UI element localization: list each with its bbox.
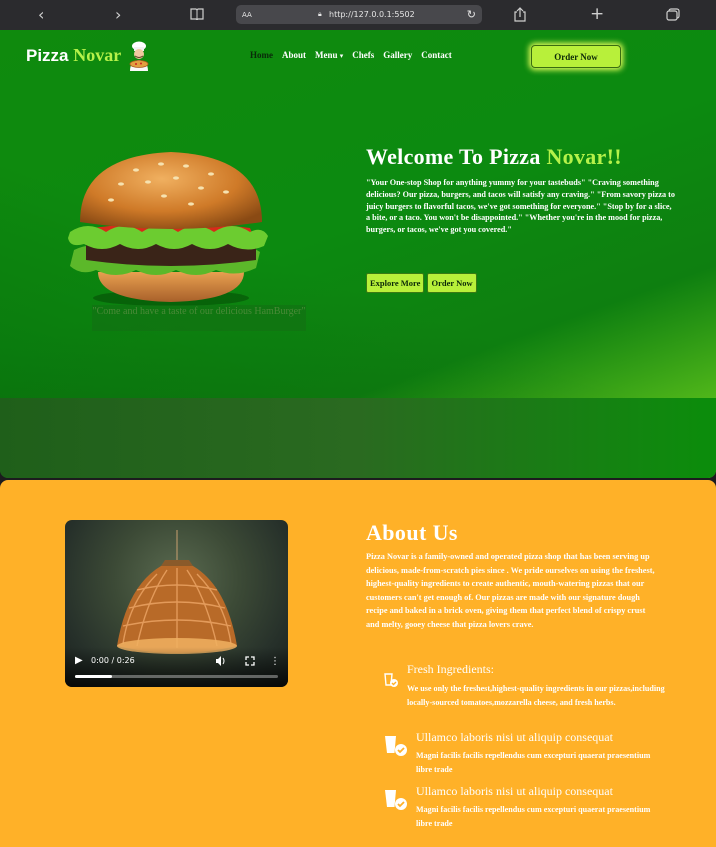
about-paragraph: Pizza Novar is a family-owned and operat… <box>366 552 655 629</box>
about-section: ▶ 0:00 / 0:26 ⋮ About Us Pizza Novar is … <box>0 480 716 847</box>
forward-icon[interactable]: › <box>115 5 121 24</box>
text-size-button[interactable]: AA <box>242 11 252 19</box>
about-title: About Us <box>366 520 458 545</box>
new-tab-icon[interactable]: + <box>590 4 604 24</box>
burger-caption: "Come and have a taste of our delicious … <box>92 305 306 331</box>
logo-word-1: Pizza <box>26 46 69 65</box>
tabs-overview-icon[interactable] <box>666 8 680 21</box>
nav-gallery[interactable]: Gallery <box>383 50 412 60</box>
reload-icon[interactable]: ↻ <box>467 8 476 21</box>
feature-desc: Magni facilis facilis repellendus cum ex… <box>416 751 651 774</box>
main-nav: Home About Menu ▾ Chefs Gallery Contact <box>250 50 452 60</box>
nav-home[interactable]: Home <box>250 50 273 60</box>
video-progress-track[interactable] <box>75 675 278 678</box>
feature-title: Fresh Ingredients: <box>407 662 494 676</box>
ingredient-check-icon <box>385 790 407 810</box>
volume-icon[interactable] <box>215 656 226 666</box>
explore-more-button[interactable]: Explore More <box>366 273 425 293</box>
nav-menu-label: Menu <box>315 50 338 60</box>
nav-menu-dropdown[interactable]: Menu ▾ <box>315 50 343 60</box>
ingredient-check-icon <box>385 736 407 756</box>
feature-desc: Magni facilis facilis repellendus cum ex… <box>416 805 651 828</box>
hero-title-main: Welcome To Pizza <box>366 144 541 169</box>
feature-title: Ullamco laboris nisi ut aliquip consequa… <box>416 784 613 798</box>
logo-word-2: Novar <box>73 45 122 65</box>
site-logo[interactable]: Pizza Novar <box>26 45 121 66</box>
hero-title-accent: Novar!! <box>546 144 622 169</box>
share-icon[interactable] <box>513 7 527 22</box>
fullscreen-icon[interactable] <box>245 656 255 666</box>
burger-image <box>68 152 268 306</box>
order-now-header-button[interactable]: Order Now <box>531 45 621 68</box>
hero-section: Pizza Novar Home About Menu ▾ Chefs Gall… <box>0 30 716 478</box>
hero-title: Welcome To Pizza Novar!! <box>366 144 622 170</box>
feature-item-3: Ullamco laboris nisi ut aliquip consequa… <box>416 784 656 830</box>
about-video-player[interactable]: ▶ 0:00 / 0:26 ⋮ <box>65 520 288 687</box>
chevron-down-icon: ▾ <box>339 52 344 60</box>
video-controls <box>65 647 288 687</box>
video-duration: 0:26 <box>116 656 135 665</box>
feature-item-1: Fresh Ingredients: We use only the fresh… <box>407 662 669 709</box>
more-options-icon[interactable]: ⋮ <box>270 656 280 667</box>
feature-item-2: Ullamco laboris nisi ut aliquip consequa… <box>416 730 656 776</box>
reader-book-icon[interactable] <box>190 8 204 20</box>
hero-paragraph: "Your One-stop Shop for anything yummy f… <box>366 178 675 235</box>
video-time: 0:00 / 0:26 <box>91 656 135 665</box>
video-current-time: 0:00 <box>91 656 109 665</box>
ingredient-check-icon <box>384 673 398 687</box>
browser-toolbar: ‹ › AA 🔒︎ http://127.0.0.1:5502 ↻ + <box>0 0 716 30</box>
play-icon[interactable]: ▶ <box>75 655 83 666</box>
lock-icon: 🔒︎ <box>318 10 322 18</box>
nav-about[interactable]: About <box>282 50 306 60</box>
url-text[interactable]: http://127.0.0.1:5502 <box>329 10 415 19</box>
back-icon[interactable]: ‹ <box>38 5 44 24</box>
video-progress-fill <box>75 675 112 678</box>
feature-desc: We use only the freshest,highest-quality… <box>407 684 665 707</box>
feature-title: Ullamco laboris nisi ut aliquip consequa… <box>416 730 613 744</box>
nav-contact[interactable]: Contact <box>421 50 452 60</box>
hero-buttons: Explore More Order Now <box>366 273 477 293</box>
order-now-hero-button[interactable]: Order Now <box>427 273 477 293</box>
chef-mascot-icon <box>129 41 149 71</box>
hero-bottom-band <box>0 398 716 478</box>
address-bar[interactable]: AA 🔒︎ http://127.0.0.1:5502 ↻ <box>236 5 482 24</box>
nav-chefs[interactable]: Chefs <box>352 50 374 60</box>
